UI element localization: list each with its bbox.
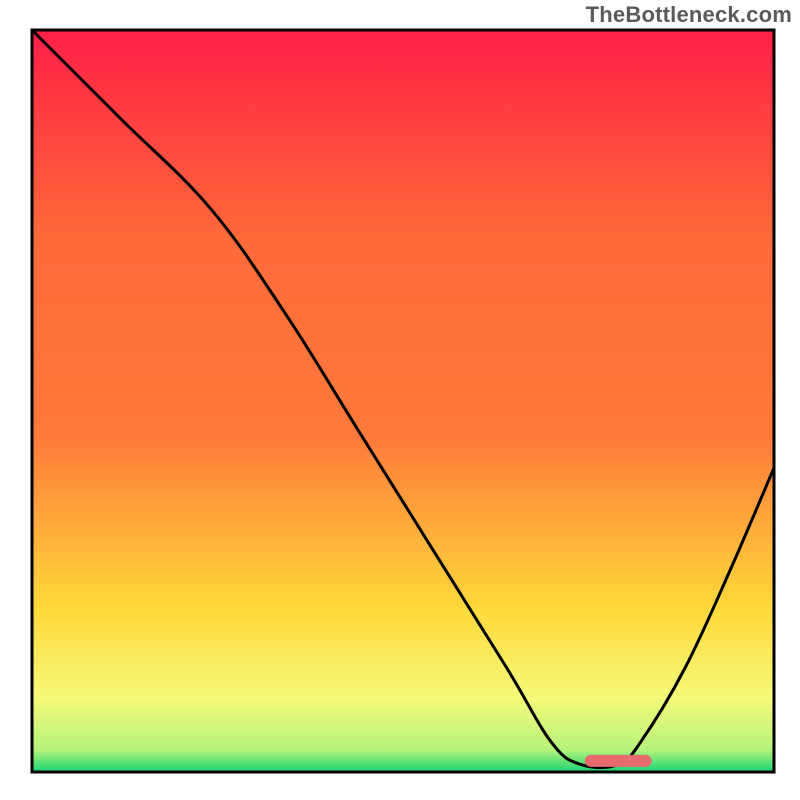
chart-container: { "watermark": "TheBottleneck.com", "col… [0, 0, 800, 800]
bottleneck-chart [0, 0, 800, 800]
optimal-range-marker [585, 755, 652, 767]
plot-area [32, 30, 774, 772]
